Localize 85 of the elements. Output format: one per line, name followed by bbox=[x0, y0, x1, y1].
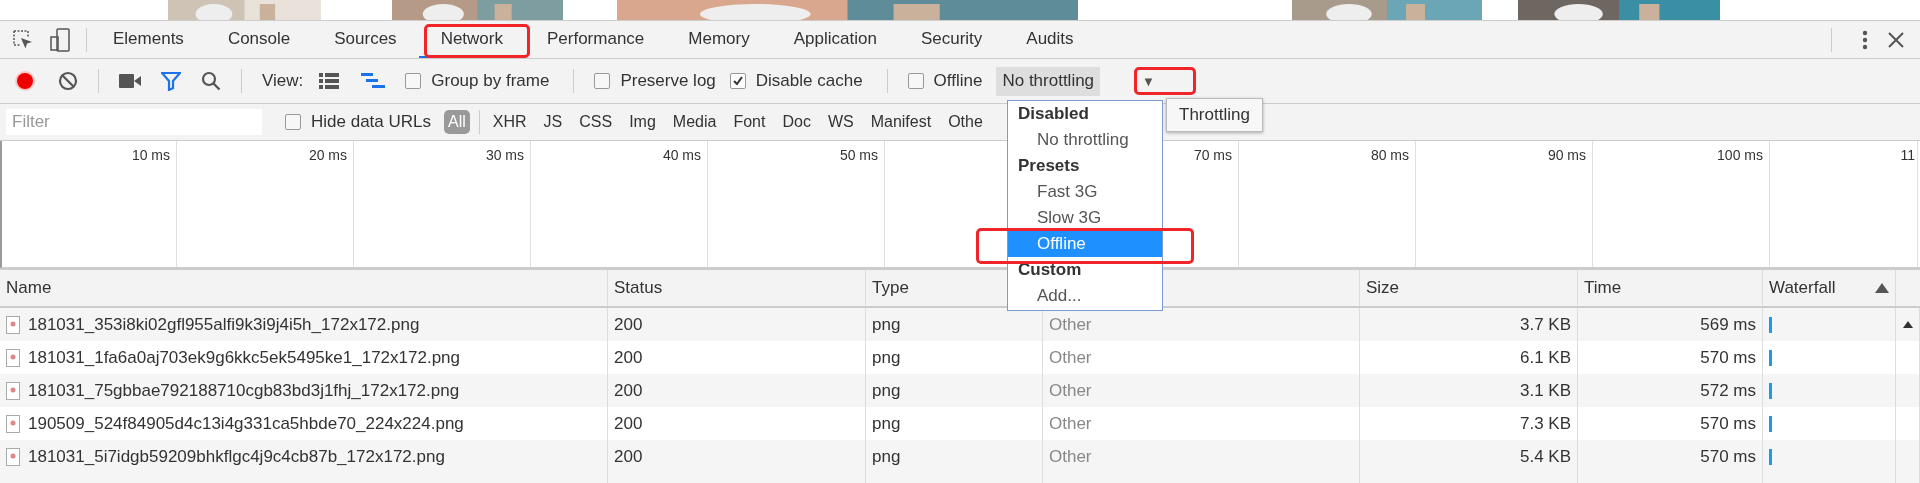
type-filter[interactable]: Media bbox=[668, 110, 721, 134]
close-icon[interactable] bbox=[1888, 31, 1904, 48]
column-header[interactable]: Time bbox=[1584, 278, 1622, 298]
waterfall-bar bbox=[1769, 316, 1772, 333]
checkbox-label: Disable cache bbox=[755, 71, 863, 91]
menu-group-label: Presets bbox=[1017, 155, 1081, 177]
file-name: 181031_1fa6a0aj703ek9g6kkc5ek5495ke1_172x172.png bbox=[28, 347, 460, 368]
menu-item[interactable]: Slow 3G bbox=[1008, 205, 1162, 231]
tick-label: 10 ms bbox=[131, 147, 170, 164]
tick-label: 100 ms bbox=[1717, 147, 1763, 164]
type-filter[interactable]: Font bbox=[729, 110, 770, 134]
type-filter[interactable]: JS bbox=[539, 110, 567, 134]
checkbox[interactable] bbox=[907, 73, 924, 89]
column-header[interactable]: Type bbox=[872, 278, 909, 298]
waterfall-bar bbox=[1769, 415, 1772, 432]
tab[interactable]: Memory bbox=[666, 21, 772, 58]
more-icon[interactable] bbox=[1862, 29, 1868, 50]
tick-label: 90 ms bbox=[1547, 147, 1586, 164]
tick-label: 20 ms bbox=[308, 147, 347, 164]
device-icon[interactable] bbox=[50, 27, 70, 52]
tab[interactable]: Console bbox=[205, 21, 313, 58]
inspect-icon[interactable] bbox=[12, 28, 34, 51]
type-filter[interactable]: Doc bbox=[778, 110, 815, 134]
view-label: View: bbox=[262, 71, 304, 91]
column-header[interactable]: Name bbox=[6, 278, 52, 298]
record-icon[interactable] bbox=[14, 70, 36, 92]
tab[interactable]: Elements bbox=[91, 21, 206, 58]
tab[interactable]: Application bbox=[771, 21, 899, 58]
menu-group-label: Disabled bbox=[1017, 103, 1090, 125]
checkbox[interactable] bbox=[594, 73, 611, 89]
column-header[interactable]: Waterfall bbox=[1769, 278, 1836, 298]
checkbox[interactable] bbox=[729, 73, 746, 89]
camera-icon[interactable] bbox=[119, 74, 141, 88]
tick-label: 40 ms bbox=[662, 147, 701, 164]
waterfall-bar bbox=[1769, 448, 1772, 465]
filter-field[interactable]: Filter bbox=[6, 109, 262, 135]
file-icon bbox=[6, 348, 20, 367]
menu-group-label: Custom bbox=[1017, 259, 1083, 281]
checkbox[interactable] bbox=[285, 114, 301, 130]
type-filter[interactable]: XHR bbox=[488, 110, 531, 134]
type-filter[interactable]: Manifest bbox=[866, 110, 936, 134]
tooltip: Throttling bbox=[1166, 98, 1263, 132]
column-header[interactable]: Status bbox=[614, 278, 663, 298]
tick-label: 50 ms bbox=[839, 147, 878, 164]
menu-item[interactable]: No throttling bbox=[1008, 127, 1162, 153]
file-icon bbox=[6, 315, 20, 334]
clear-icon[interactable] bbox=[58, 71, 78, 91]
waterfall-bar bbox=[1769, 349, 1772, 366]
tab[interactable]: Security bbox=[898, 21, 1005, 58]
sort-icon[interactable] bbox=[1875, 283, 1889, 293]
checkbox-label: Hide data URLs bbox=[311, 112, 431, 132]
column-header[interactable]: Size bbox=[1366, 278, 1400, 298]
throttling-select[interactable]: No throttling bbox=[996, 66, 1101, 96]
tick-label: 11 bbox=[1900, 147, 1915, 164]
waterfall-icon[interactable] bbox=[361, 73, 386, 89]
type-filter[interactable]: WS bbox=[823, 110, 858, 134]
file-name: 181031_353i8ki02gfl955alfi9k3i9j4i5h_172x172.png bbox=[28, 314, 420, 335]
checkbox-label: Group by frame bbox=[431, 71, 550, 91]
tick-label: 70 ms bbox=[1193, 147, 1232, 164]
scroll-up-icon[interactable] bbox=[1902, 321, 1913, 328]
checkbox-label: Offline bbox=[933, 71, 983, 91]
type-filter[interactable]: CSS bbox=[575, 110, 617, 134]
tab[interactable]: Audits bbox=[1004, 21, 1096, 58]
waterfall-bar bbox=[1769, 382, 1772, 399]
tick-label: 30 ms bbox=[485, 147, 524, 164]
type-filter[interactable]: Img bbox=[625, 110, 660, 134]
annotation-frame bbox=[1134, 67, 1196, 95]
menu-item[interactable]: Add... bbox=[1008, 283, 1162, 309]
tab[interactable]: Performance bbox=[525, 21, 667, 58]
file-name: 181031_75gbbae792188710cgb83bd3j1fhj_172x172.png bbox=[28, 380, 460, 401]
dropdown-arrow[interactable]: ▼ bbox=[1110, 73, 1167, 89]
search-icon[interactable] bbox=[201, 71, 221, 91]
file-name: 181031_5i7idgb59209bhkflgc4j9c4cb87b_172x172.png bbox=[28, 446, 445, 467]
file-icon bbox=[6, 447, 20, 466]
menu-item[interactable]: Fast 3G bbox=[1008, 179, 1162, 205]
list-icon[interactable] bbox=[319, 73, 340, 89]
checkbox[interactable] bbox=[405, 73, 422, 89]
file-icon bbox=[6, 381, 20, 400]
filter-icon[interactable] bbox=[161, 71, 181, 91]
checkbox-label: Preserve log bbox=[620, 71, 716, 91]
type-filter[interactable]: Othe bbox=[944, 110, 987, 134]
tab[interactable]: Sources bbox=[312, 21, 419, 58]
tick-label: 80 ms bbox=[1370, 147, 1409, 164]
file-name: 190509_524f84905d4c13i4g331ca5hbde70_224x224.png bbox=[28, 413, 464, 434]
file-icon bbox=[6, 414, 20, 433]
